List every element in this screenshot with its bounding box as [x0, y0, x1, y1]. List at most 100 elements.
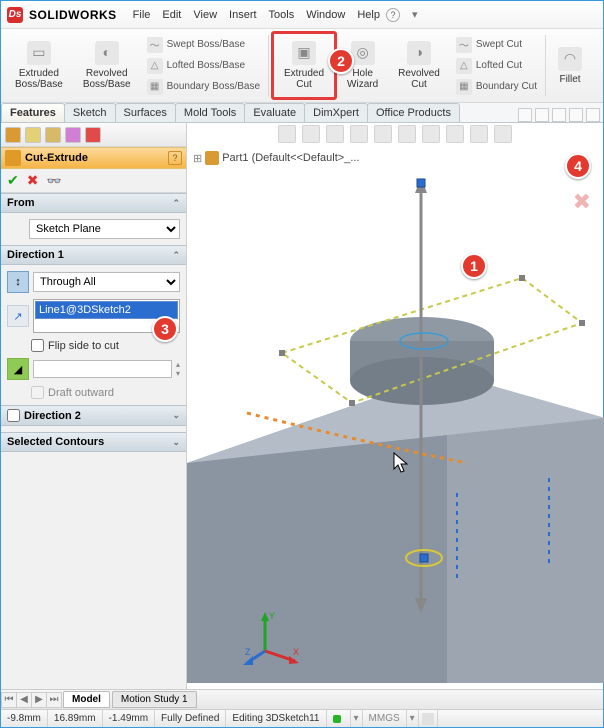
- tab-surfaces[interactable]: Surfaces: [115, 103, 176, 122]
- from-select[interactable]: Sketch Plane: [29, 219, 180, 239]
- direction-vector-icon[interactable]: ↗: [7, 305, 29, 327]
- tab-model[interactable]: Model: [63, 691, 110, 708]
- menu-help[interactable]: Help: [357, 9, 380, 21]
- tab-first-icon[interactable]: ⏮: [1, 692, 17, 708]
- tab-evaluate[interactable]: Evaluate: [244, 103, 305, 122]
- status-rebuild[interactable]: [327, 710, 351, 727]
- pm-header: Cut-Extrude ?: [1, 147, 186, 169]
- menu-file[interactable]: File: [133, 9, 151, 21]
- menu-view[interactable]: View: [193, 9, 217, 21]
- ok-icon[interactable]: ✔: [7, 172, 19, 189]
- status-units[interactable]: MMGS: [363, 710, 407, 727]
- tab-motion-study[interactable]: Motion Study 1: [112, 691, 197, 708]
- section-view-icon[interactable]: [350, 125, 368, 143]
- revolved-cut-icon: ◑: [407, 41, 431, 65]
- feature-manager-icon[interactable]: [5, 127, 21, 143]
- edit-appearance-icon[interactable]: [446, 125, 464, 143]
- view-orientation-icon[interactable]: [374, 125, 392, 143]
- spinner-icon[interactable]: ▴▾: [176, 360, 180, 378]
- search-dropdown-icon[interactable]: ▾: [412, 8, 418, 21]
- direction-vector-input[interactable]: Line1@3DSketch2: [35, 301, 178, 319]
- help-icon[interactable]: ?: [386, 8, 400, 22]
- callout-3: 3: [152, 316, 178, 342]
- tab-mold-tools[interactable]: Mold Tools: [175, 103, 245, 122]
- reverse-direction-icon[interactable]: ↕: [7, 271, 29, 293]
- status-custom-icon[interactable]: [419, 710, 438, 727]
- zoom-fit-icon[interactable]: [278, 125, 296, 143]
- display-manager-icon[interactable]: [85, 127, 101, 143]
- lofted-cut-icon: △: [456, 58, 472, 74]
- tab-dimxpert[interactable]: DimXpert: [304, 103, 368, 122]
- revolved-boss-label: Revolved Boss/Base: [83, 68, 131, 90]
- end-condition-select[interactable]: Through All: [33, 272, 180, 292]
- property-manager-icon[interactable]: [25, 127, 41, 143]
- window-tile-icon[interactable]: [518, 108, 532, 122]
- extruded-cut-highlight: ▣ Extruded Cut: [271, 31, 337, 100]
- window-close-icon[interactable]: [586, 108, 600, 122]
- tab-features[interactable]: Features: [1, 103, 65, 122]
- from-header[interactable]: From ⌃: [1, 193, 186, 213]
- configuration-manager-icon[interactable]: [45, 127, 61, 143]
- draft-icon[interactable]: ◢: [7, 358, 29, 380]
- swept-boss-button[interactable]: 〜Swept Boss/Base: [145, 36, 262, 54]
- fillet-button[interactable]: ◠ Fillet: [552, 44, 588, 88]
- boundary-cut-button[interactable]: ▦Boundary Cut: [454, 78, 539, 96]
- graphics-viewport[interactable]: ⊞ Part1 (Default<<Default>_... ✔ ✖: [187, 123, 603, 689]
- status-coord-y: 16.89mm: [48, 710, 103, 727]
- revolved-boss-icon: ◐: [95, 41, 119, 65]
- hide-show-icon[interactable]: [422, 125, 440, 143]
- tab-office-products[interactable]: Office Products: [367, 103, 460, 122]
- tab-prev-icon[interactable]: ◀: [16, 692, 32, 708]
- lofted-cut-button[interactable]: △Lofted Cut: [454, 57, 539, 75]
- swept-boss-icon: 〜: [147, 37, 163, 53]
- apply-scene-icon[interactable]: [470, 125, 488, 143]
- fillet-label: Fillet: [559, 74, 580, 85]
- zoom-area-icon[interactable]: [302, 125, 320, 143]
- svg-text:Z: Z: [245, 647, 251, 657]
- lofted-boss-icon: △: [147, 58, 163, 74]
- tab-last-icon[interactable]: ⏭: [46, 692, 62, 708]
- revolved-cut-label: Revolved Cut: [398, 68, 440, 90]
- tab-next-icon[interactable]: ▶: [31, 692, 47, 708]
- direction2-enable[interactable]: [7, 409, 20, 422]
- main-menu: File Edit View Insert Tools Window Help: [133, 9, 380, 21]
- menu-edit[interactable]: Edit: [162, 9, 181, 21]
- boundary-boss-button[interactable]: ▦Boundary Boss/Base: [145, 78, 262, 96]
- menu-insert[interactable]: Insert: [229, 9, 257, 21]
- pm-title: Cut-Extrude: [25, 152, 88, 164]
- window-minimize-icon[interactable]: [552, 108, 566, 122]
- status-editing: Editing 3DSketch11: [226, 710, 326, 727]
- tab-sketch[interactable]: Sketch: [64, 103, 116, 122]
- direction1-header[interactable]: Direction 1 ⌃: [1, 245, 186, 265]
- status-definition: Fully Defined: [155, 710, 226, 727]
- swept-cut-button[interactable]: 〜Swept Cut: [454, 36, 539, 54]
- preview-icon[interactable]: 👓: [46, 174, 61, 188]
- previous-view-icon[interactable]: [326, 125, 344, 143]
- direction2-header[interactable]: Direction 2 ⌄: [1, 405, 186, 426]
- pm-help-icon[interactable]: ?: [168, 151, 182, 165]
- selected-contours-header[interactable]: Selected Contours ⌄: [1, 432, 186, 452]
- view-settings-icon[interactable]: [494, 125, 512, 143]
- display-style-icon[interactable]: [398, 125, 416, 143]
- revolved-boss-button[interactable]: ◐ Revolved Boss/Base: [77, 38, 137, 93]
- window-maximize-icon[interactable]: [569, 108, 583, 122]
- cancel-icon[interactable]: ✖: [27, 172, 39, 189]
- swept-cut-icon: 〜: [456, 37, 472, 53]
- window-cascade-icon[interactable]: [535, 108, 549, 122]
- callout-1: 1: [461, 253, 487, 279]
- extruded-boss-button[interactable]: ▭ Extruded Boss/Base: [9, 38, 69, 93]
- revolved-cut-button[interactable]: ◑ Revolved Cut: [392, 38, 446, 93]
- lofted-boss-button[interactable]: △Lofted Boss/Base: [145, 57, 262, 75]
- extruded-cut-button[interactable]: ▣ Extruded Cut: [278, 38, 330, 93]
- svg-text:X: X: [293, 647, 299, 657]
- units-dropdown-icon[interactable]: ▾: [407, 710, 419, 727]
- flip-side-checkbox[interactable]: Flip side to cut: [31, 339, 180, 352]
- callout-2: 2: [328, 48, 354, 74]
- menu-tools[interactable]: Tools: [269, 9, 295, 21]
- chevron-up-icon: ⌃: [172, 250, 180, 261]
- view-triad-icon[interactable]: Y X Z: [243, 609, 303, 669]
- draft-input[interactable]: [33, 360, 172, 378]
- menu-window[interactable]: Window: [306, 9, 345, 21]
- status-dropdown-icon[interactable]: ▾: [351, 710, 363, 727]
- dimxpert-manager-icon[interactable]: [65, 127, 81, 143]
